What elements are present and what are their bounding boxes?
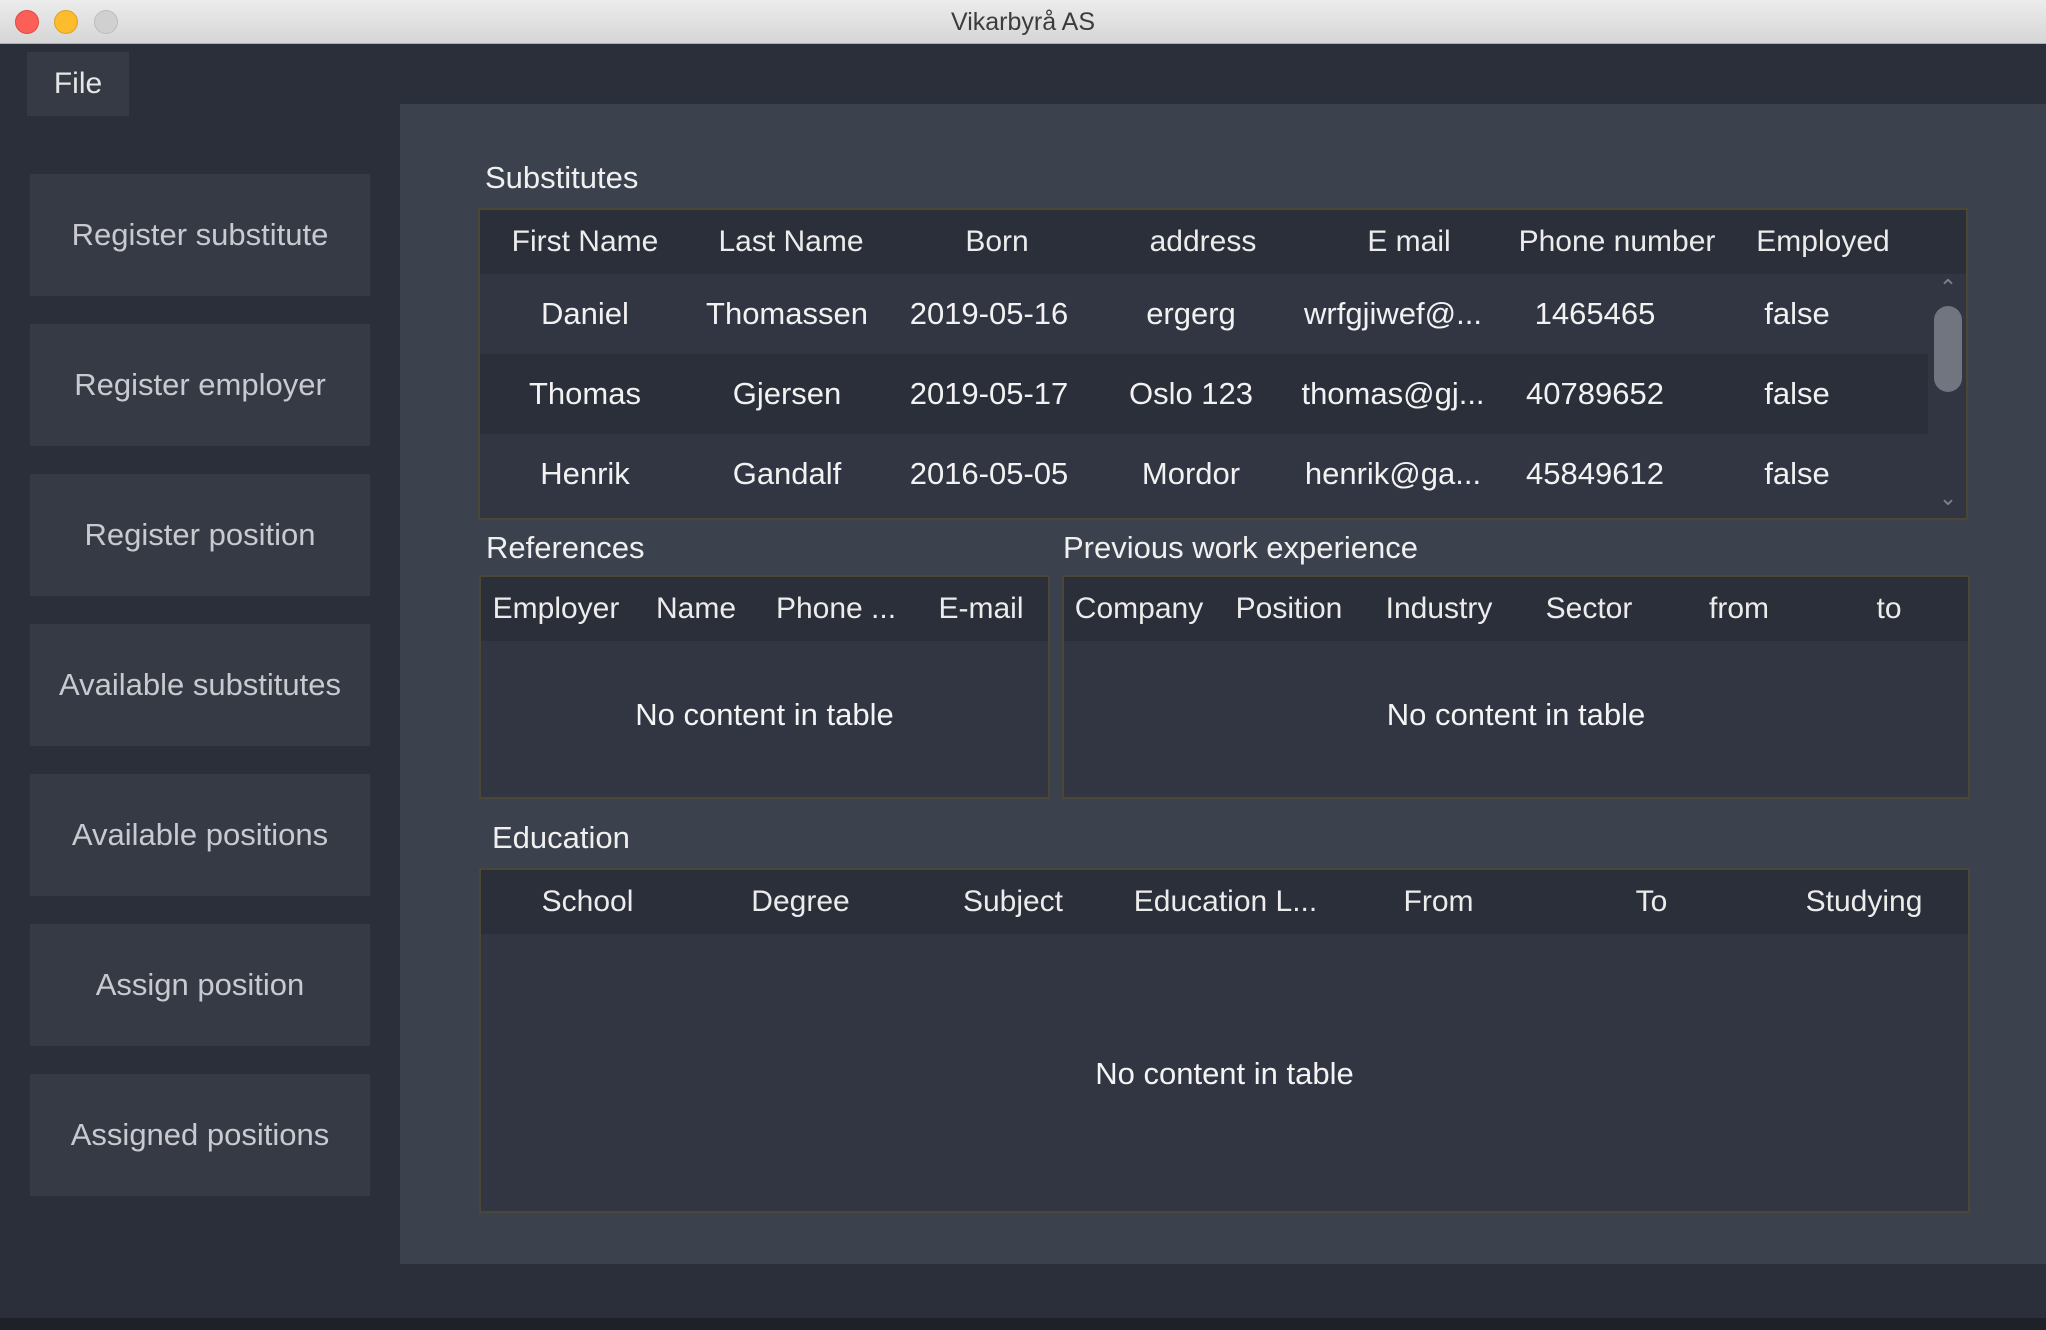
available-substitutes-button[interactable]: Available substitutes bbox=[30, 624, 370, 746]
column-header-employed[interactable]: Employed bbox=[1718, 210, 1928, 274]
column-header-address[interactable]: address bbox=[1100, 210, 1306, 274]
column-header-subject[interactable]: Subject bbox=[907, 870, 1119, 934]
content-panel: Substitutes First Name Last Name Born ad… bbox=[400, 104, 2046, 1264]
title-bar: Vikarbyrå AS bbox=[0, 0, 2046, 44]
column-header-from[interactable]: From bbox=[1332, 870, 1545, 934]
column-header-studying[interactable]: Studying bbox=[1758, 870, 1968, 934]
empty-table-placeholder: No content in table bbox=[1095, 1056, 1354, 1091]
cell-last-name: Thomassen bbox=[706, 296, 868, 331]
cell-employed: false bbox=[1764, 456, 1830, 491]
column-header-from[interactable]: from bbox=[1664, 577, 1814, 641]
empty-table-placeholder: No content in table bbox=[635, 697, 894, 732]
cell-phone-number: 1465465 bbox=[1534, 296, 1656, 331]
available-positions-button[interactable]: Available positions bbox=[30, 774, 370, 896]
cell-born: 2019-05-16 bbox=[909, 296, 1069, 331]
menu-file[interactable]: File bbox=[27, 52, 129, 116]
table-header: School Degree Subject Education L... Fro… bbox=[481, 870, 1968, 934]
window-bottom-edge bbox=[0, 1318, 2046, 1330]
cell-born: 2016-05-05 bbox=[909, 456, 1069, 491]
cell-address: ergerg bbox=[1146, 296, 1236, 331]
register-position-button[interactable]: Register position bbox=[30, 474, 370, 596]
column-header-industry[interactable]: Industry bbox=[1364, 577, 1514, 641]
column-header-phone-number[interactable]: Phone number bbox=[1512, 210, 1722, 274]
cell-phone-number: 45849612 bbox=[1526, 456, 1664, 491]
cell-address: Mordor bbox=[1141, 456, 1241, 491]
column-header-education-level[interactable]: Education L... bbox=[1119, 870, 1332, 934]
work-experience-title: Previous work experience bbox=[1063, 530, 1418, 565]
cell-first-name: Daniel bbox=[541, 296, 629, 331]
cell-first-name: Henrik bbox=[540, 456, 630, 491]
chevron-up-icon[interactable]: ⌃ bbox=[1933, 276, 1963, 300]
column-header-school[interactable]: School bbox=[481, 870, 694, 934]
cell-last-name: Gandalf bbox=[732, 456, 842, 491]
table-header: First Name Last Name Born address E mail… bbox=[480, 210, 1966, 274]
register-employer-button[interactable]: Register employer bbox=[30, 324, 370, 446]
empty-table-placeholder: No content in table bbox=[1386, 697, 1646, 732]
cell-employed: false bbox=[1764, 296, 1830, 331]
app-window: Vikarbyrå AS File Register substitute Re… bbox=[0, 0, 2046, 1330]
chevron-down-icon[interactable]: ⌄ bbox=[1933, 486, 1963, 510]
cell-email: wrfgjiwef@... bbox=[1304, 296, 1482, 331]
cell-phone-number: 40789652 bbox=[1526, 376, 1664, 411]
register-substitute-button[interactable]: Register substitute bbox=[30, 174, 370, 296]
column-header-position[interactable]: Position bbox=[1214, 577, 1364, 641]
column-header-phone[interactable]: Phone ... bbox=[761, 577, 911, 641]
cell-email: henrik@ga... bbox=[1304, 456, 1482, 491]
column-header-company[interactable]: Company bbox=[1064, 577, 1214, 641]
column-header-first-name[interactable]: First Name bbox=[480, 210, 690, 274]
cell-born: 2019-05-17 bbox=[909, 376, 1069, 411]
window-title: Vikarbyrå AS bbox=[950, 8, 1096, 36]
column-header-employer[interactable]: Employer bbox=[481, 577, 631, 641]
table-header: Company Position Industry Sector from to bbox=[1064, 577, 1968, 641]
references-table: Employer Name Phone ... E-mail No conten… bbox=[479, 575, 1050, 799]
table-row[interactable]: Daniel Thomassen 2019-05-16 ergerg wrfgj… bbox=[480, 274, 1928, 354]
work-experience-table: Company Position Industry Sector from to… bbox=[1062, 575, 1970, 799]
column-header-born[interactable]: Born bbox=[894, 210, 1100, 274]
column-header-degree[interactable]: Degree bbox=[694, 870, 907, 934]
table-row[interactable]: Henrik Gandalf 2016-05-05 Mordor henrik@… bbox=[480, 434, 1928, 514]
substitutes-title: Substitutes bbox=[485, 160, 639, 195]
substitutes-table: First Name Last Name Born address E mail… bbox=[478, 208, 1968, 520]
vertical-scrollbar[interactable] bbox=[1934, 306, 1962, 392]
cell-employed: false bbox=[1764, 376, 1830, 411]
assign-position-button[interactable]: Assign position bbox=[30, 924, 370, 1046]
education-table: School Degree Subject Education L... Fro… bbox=[479, 868, 1970, 1213]
cell-email: thomas@gj... bbox=[1301, 376, 1485, 411]
cell-first-name: Thomas bbox=[529, 376, 641, 411]
column-header-to[interactable]: To bbox=[1545, 870, 1758, 934]
column-header-to[interactable]: to bbox=[1814, 577, 1964, 641]
cell-address: Oslo 123 bbox=[1128, 376, 1254, 411]
column-header-name[interactable]: Name bbox=[631, 577, 761, 641]
table-row[interactable]: Thomas Gjersen 2019-05-17 Oslo 123 thoma… bbox=[480, 354, 1928, 434]
column-header-last-name[interactable]: Last Name bbox=[688, 210, 894, 274]
references-title: References bbox=[486, 530, 645, 565]
education-title: Education bbox=[492, 820, 630, 855]
column-header-sector[interactable]: Sector bbox=[1514, 577, 1664, 641]
table-header: Employer Name Phone ... E-mail bbox=[481, 577, 1048, 641]
assigned-positions-button[interactable]: Assigned positions bbox=[30, 1074, 370, 1196]
column-header-email[interactable]: E mail bbox=[1306, 210, 1512, 274]
column-header-email[interactable]: E-mail bbox=[911, 577, 1048, 641]
cell-last-name: Gjersen bbox=[732, 376, 842, 411]
